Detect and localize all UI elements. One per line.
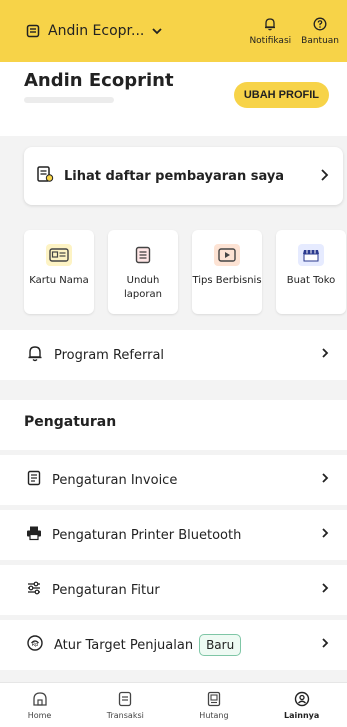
new-badge: Baru <box>199 634 242 656</box>
profile-subtitle-placeholder <box>24 97 114 103</box>
user-profile-icon <box>294 691 310 709</box>
shop-icon <box>298 244 324 266</box>
play-video-icon <box>214 244 240 266</box>
bell-icon <box>263 17 277 34</box>
tile-business-card[interactable]: Kartu Nama <box>24 230 94 314</box>
settings-item-printer[interactable]: Pengaturan Printer Bluetooth <box>0 510 347 560</box>
target-icon: Rp <box>26 634 44 656</box>
tile-business-tips[interactable]: Tips Berbisnis <box>192 230 262 314</box>
store-selector[interactable]: Andin Ecopr... <box>26 23 163 39</box>
store-name: Andin Ecopr... <box>48 23 145 39</box>
help-icon <box>313 17 327 34</box>
chevron-right-icon <box>321 347 329 363</box>
sliders-icon <box>26 580 42 600</box>
nav-transactions[interactable]: Transaksi <box>107 691 144 720</box>
chevron-right-icon <box>321 527 329 543</box>
chevron-right-icon <box>321 472 329 488</box>
printer-icon <box>26 525 42 545</box>
nav-label: Hutang <box>199 710 229 720</box>
bottom-navigation: Home Transaksi Hutang Lainnya <box>0 682 347 727</box>
settings-item-invoice[interactable]: Pengaturan Invoice <box>0 455 347 505</box>
tile-create-store[interactable]: Buat Toko <box>276 230 346 314</box>
help-button[interactable]: Bantuan <box>301 17 339 46</box>
chevron-right-icon <box>321 637 329 653</box>
tile-download-report[interactable]: Unduh laporan <box>108 230 178 314</box>
profile-section: Andin Ecoprint UBAH PROFIL <box>0 62 347 136</box>
tile-label: Buat Toko <box>286 275 336 286</box>
payment-list-label: Lihat daftar pembayaran saya <box>64 168 285 184</box>
svg-text:Rp: Rp <box>32 642 39 648</box>
id-card-icon <box>46 244 72 266</box>
nav-debt[interactable]: Hutang <box>199 691 229 720</box>
help-label: Bantuan <box>301 35 339 46</box>
chevron-right-icon <box>321 582 329 598</box>
debt-book-icon <box>206 691 222 709</box>
notification-button[interactable]: Notifikasi <box>249 17 291 46</box>
store-icon <box>26 24 40 38</box>
settings-item-label: Pengaturan Invoice <box>52 472 178 488</box>
chevron-right-icon <box>320 167 329 186</box>
nav-label: Home <box>27 710 52 720</box>
nav-home[interactable]: Home <box>27 691 52 720</box>
invoice-icon <box>26 470 42 490</box>
settings-item-label: Pengaturan Printer Bluetooth <box>52 527 242 543</box>
bell-icon <box>26 344 44 366</box>
receipt-icon <box>36 165 54 187</box>
sales-target-label: Atur Target Penjualan <box>54 638 194 653</box>
top-bar: Andin Ecopr... Notifikasi Bantuan <box>0 0 347 62</box>
nav-label: Transaksi <box>106 710 144 720</box>
transaction-icon <box>117 691 133 709</box>
tile-label: Unduh laporan <box>124 275 162 300</box>
payment-list-card[interactable]: Lihat daftar pembayaran saya <box>24 147 343 205</box>
settings-title: Pengaturan <box>0 400 347 450</box>
edit-profile-button[interactable]: UBAH PROFIL <box>233 82 329 108</box>
document-icon <box>130 244 156 266</box>
notification-label: Notifikasi <box>249 35 292 46</box>
referral-label: Program Referral <box>54 347 165 363</box>
tile-label: Kartu Nama <box>29 275 89 286</box>
home-icon <box>32 691 48 709</box>
settings-item-sales-target[interactable]: Rp Atur Target Penjualan Baru <box>0 620 347 670</box>
chevron-down-icon <box>152 27 163 35</box>
nav-label: Lainnya <box>284 710 320 720</box>
tile-label: Tips Berbisnis <box>192 275 262 286</box>
referral-row[interactable]: Program Referral <box>0 330 347 380</box>
app-root: Andin Ecopr... Notifikasi Bantuan Andin … <box>0 0 347 727</box>
quick-actions: Kartu Nama Unduh laporan Tips Berbisnis … <box>24 230 347 314</box>
nav-more[interactable]: Lainnya <box>284 691 319 720</box>
settings-item-label: Atur Target Penjualan Baru <box>54 634 321 656</box>
settings-item-features[interactable]: Pengaturan Fitur <box>0 565 347 615</box>
settings-item-label: Pengaturan Fitur <box>52 582 160 598</box>
